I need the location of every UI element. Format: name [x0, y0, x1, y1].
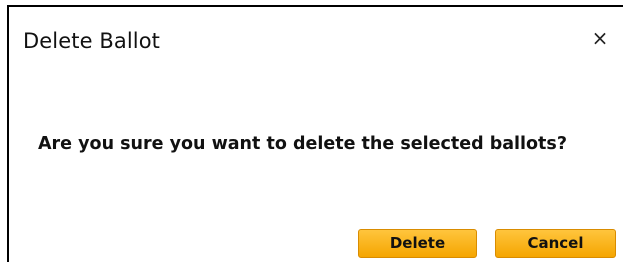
delete-button[interactable]: Delete — [358, 229, 477, 258]
close-icon[interactable]: × — [589, 27, 611, 49]
delete-ballot-dialog: Delete Ballot × Are you sure you want to… — [7, 5, 623, 262]
cancel-button[interactable]: Cancel — [495, 229, 616, 258]
dialog-title: Delete Ballot — [23, 29, 161, 53]
confirmation-message: Are you sure you want to delete the sele… — [38, 134, 567, 154]
